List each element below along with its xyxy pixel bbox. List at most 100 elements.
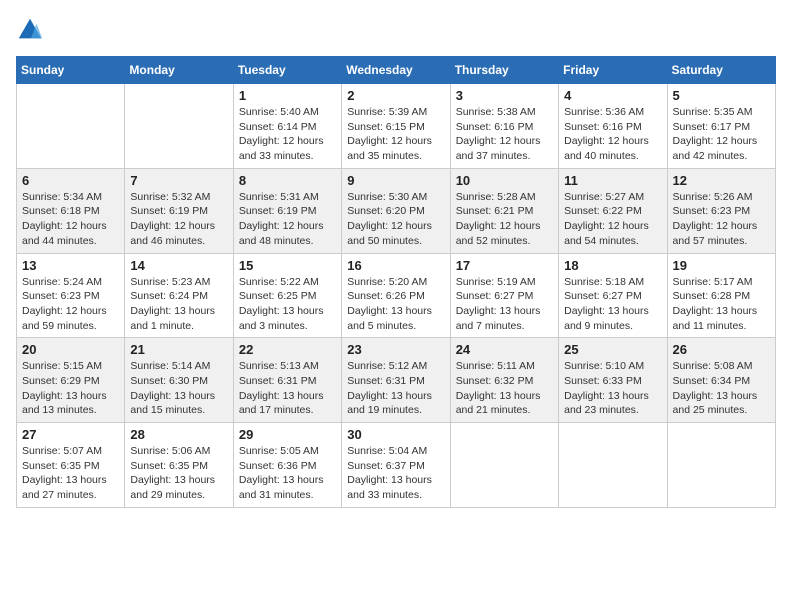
day-number: 11 — [564, 173, 661, 188]
calendar-table: SundayMondayTuesdayWednesdayThursdayFrid… — [16, 56, 776, 508]
calendar-week-row: 27 Sunrise: 5:07 AM Sunset: 6:35 PM Dayl… — [17, 423, 776, 508]
day-number: 24 — [456, 342, 553, 357]
sun-info: Sunrise: 5:04 AM Sunset: 6:37 PM Dayligh… — [347, 444, 444, 503]
day-number: 26 — [673, 342, 770, 357]
sun-info: Sunrise: 5:24 AM Sunset: 6:23 PM Dayligh… — [22, 275, 119, 334]
day-number: 20 — [22, 342, 119, 357]
sunset-label: Sunset: 6:16 PM — [456, 121, 534, 133]
calendar-cell: 2 Sunrise: 5:39 AM Sunset: 6:15 PM Dayli… — [342, 84, 450, 169]
daylight-label: Daylight: 13 hours and 3 minutes. — [239, 305, 324, 332]
sunset-label: Sunset: 6:19 PM — [130, 205, 208, 217]
sun-info: Sunrise: 5:32 AM Sunset: 6:19 PM Dayligh… — [130, 190, 227, 249]
day-number: 13 — [22, 258, 119, 273]
sunset-label: Sunset: 6:23 PM — [22, 290, 100, 302]
weekday-header: Monday — [125, 57, 233, 84]
day-number: 9 — [347, 173, 444, 188]
sun-info: Sunrise: 5:10 AM Sunset: 6:33 PM Dayligh… — [564, 359, 661, 418]
sunset-label: Sunset: 6:22 PM — [564, 205, 642, 217]
day-number: 10 — [456, 173, 553, 188]
sunset-label: Sunset: 6:37 PM — [347, 460, 425, 472]
sunset-label: Sunset: 6:32 PM — [456, 375, 534, 387]
sunrise-label: Sunrise: 5:14 AM — [130, 360, 210, 372]
sun-info: Sunrise: 5:34 AM Sunset: 6:18 PM Dayligh… — [22, 190, 119, 249]
calendar-cell: 12 Sunrise: 5:26 AM Sunset: 6:23 PM Dayl… — [667, 168, 775, 253]
day-number: 5 — [673, 88, 770, 103]
sunset-label: Sunset: 6:24 PM — [130, 290, 208, 302]
calendar-cell: 1 Sunrise: 5:40 AM Sunset: 6:14 PM Dayli… — [233, 84, 341, 169]
calendar-cell — [667, 423, 775, 508]
sunset-label: Sunset: 6:18 PM — [22, 205, 100, 217]
sunset-label: Sunset: 6:15 PM — [347, 121, 425, 133]
sunrise-label: Sunrise: 5:10 AM — [564, 360, 644, 372]
calendar-header-row: SundayMondayTuesdayWednesdayThursdayFrid… — [17, 57, 776, 84]
daylight-label: Daylight: 12 hours and 59 minutes. — [22, 305, 107, 332]
weekday-header: Friday — [559, 57, 667, 84]
sunrise-label: Sunrise: 5:22 AM — [239, 276, 319, 288]
sunset-label: Sunset: 6:33 PM — [564, 375, 642, 387]
sun-info: Sunrise: 5:20 AM Sunset: 6:26 PM Dayligh… — [347, 275, 444, 334]
sun-info: Sunrise: 5:12 AM Sunset: 6:31 PM Dayligh… — [347, 359, 444, 418]
weekday-header: Tuesday — [233, 57, 341, 84]
daylight-label: Daylight: 13 hours and 17 minutes. — [239, 390, 324, 417]
daylight-label: Daylight: 13 hours and 31 minutes. — [239, 474, 324, 501]
day-number: 15 — [239, 258, 336, 273]
calendar-cell: 3 Sunrise: 5:38 AM Sunset: 6:16 PM Dayli… — [450, 84, 558, 169]
sun-info: Sunrise: 5:28 AM Sunset: 6:21 PM Dayligh… — [456, 190, 553, 249]
sunset-label: Sunset: 6:16 PM — [564, 121, 642, 133]
sunrise-label: Sunrise: 5:31 AM — [239, 191, 319, 203]
daylight-label: Daylight: 12 hours and 44 minutes. — [22, 220, 107, 247]
sunset-label: Sunset: 6:23 PM — [673, 205, 751, 217]
calendar-week-row: 13 Sunrise: 5:24 AM Sunset: 6:23 PM Dayl… — [17, 253, 776, 338]
sunrise-label: Sunrise: 5:06 AM — [130, 445, 210, 457]
day-number: 7 — [130, 173, 227, 188]
sunrise-label: Sunrise: 5:30 AM — [347, 191, 427, 203]
daylight-label: Daylight: 13 hours and 19 minutes. — [347, 390, 432, 417]
sun-info: Sunrise: 5:18 AM Sunset: 6:27 PM Dayligh… — [564, 275, 661, 334]
sunset-label: Sunset: 6:26 PM — [347, 290, 425, 302]
sunrise-label: Sunrise: 5:36 AM — [564, 106, 644, 118]
calendar-week-row: 6 Sunrise: 5:34 AM Sunset: 6:18 PM Dayli… — [17, 168, 776, 253]
sun-info: Sunrise: 5:14 AM Sunset: 6:30 PM Dayligh… — [130, 359, 227, 418]
sun-info: Sunrise: 5:26 AM Sunset: 6:23 PM Dayligh… — [673, 190, 770, 249]
sunset-label: Sunset: 6:31 PM — [239, 375, 317, 387]
sun-info: Sunrise: 5:05 AM Sunset: 6:36 PM Dayligh… — [239, 444, 336, 503]
calendar-cell: 28 Sunrise: 5:06 AM Sunset: 6:35 PM Dayl… — [125, 423, 233, 508]
sunset-label: Sunset: 6:30 PM — [130, 375, 208, 387]
calendar-cell — [125, 84, 233, 169]
sun-info: Sunrise: 5:36 AM Sunset: 6:16 PM Dayligh… — [564, 105, 661, 164]
day-number: 19 — [673, 258, 770, 273]
sunset-label: Sunset: 6:20 PM — [347, 205, 425, 217]
calendar-cell: 9 Sunrise: 5:30 AM Sunset: 6:20 PM Dayli… — [342, 168, 450, 253]
daylight-label: Daylight: 13 hours and 33 minutes. — [347, 474, 432, 501]
day-number: 8 — [239, 173, 336, 188]
daylight-label: Daylight: 13 hours and 5 minutes. — [347, 305, 432, 332]
calendar-cell — [450, 423, 558, 508]
calendar-cell — [559, 423, 667, 508]
sunrise-label: Sunrise: 5:05 AM — [239, 445, 319, 457]
day-number: 25 — [564, 342, 661, 357]
sun-info: Sunrise: 5:31 AM Sunset: 6:19 PM Dayligh… — [239, 190, 336, 249]
daylight-label: Daylight: 13 hours and 21 minutes. — [456, 390, 541, 417]
daylight-label: Daylight: 12 hours and 37 minutes. — [456, 135, 541, 162]
daylight-label: Daylight: 12 hours and 50 minutes. — [347, 220, 432, 247]
sun-info: Sunrise: 5:40 AM Sunset: 6:14 PM Dayligh… — [239, 105, 336, 164]
day-number: 22 — [239, 342, 336, 357]
calendar-cell: 16 Sunrise: 5:20 AM Sunset: 6:26 PM Dayl… — [342, 253, 450, 338]
sun-info: Sunrise: 5:19 AM Sunset: 6:27 PM Dayligh… — [456, 275, 553, 334]
day-number: 18 — [564, 258, 661, 273]
sunset-label: Sunset: 6:21 PM — [456, 205, 534, 217]
sun-info: Sunrise: 5:11 AM Sunset: 6:32 PM Dayligh… — [456, 359, 553, 418]
page-header — [16, 16, 776, 44]
daylight-label: Daylight: 13 hours and 11 minutes. — [673, 305, 758, 332]
sun-info: Sunrise: 5:27 AM Sunset: 6:22 PM Dayligh… — [564, 190, 661, 249]
sunset-label: Sunset: 6:31 PM — [347, 375, 425, 387]
sunset-label: Sunset: 6:35 PM — [22, 460, 100, 472]
day-number: 21 — [130, 342, 227, 357]
daylight-label: Daylight: 13 hours and 1 minute. — [130, 305, 215, 332]
day-number: 4 — [564, 88, 661, 103]
day-number: 17 — [456, 258, 553, 273]
daylight-label: Daylight: 13 hours and 9 minutes. — [564, 305, 649, 332]
sun-info: Sunrise: 5:30 AM Sunset: 6:20 PM Dayligh… — [347, 190, 444, 249]
calendar-cell: 17 Sunrise: 5:19 AM Sunset: 6:27 PM Dayl… — [450, 253, 558, 338]
sunset-label: Sunset: 6:29 PM — [22, 375, 100, 387]
